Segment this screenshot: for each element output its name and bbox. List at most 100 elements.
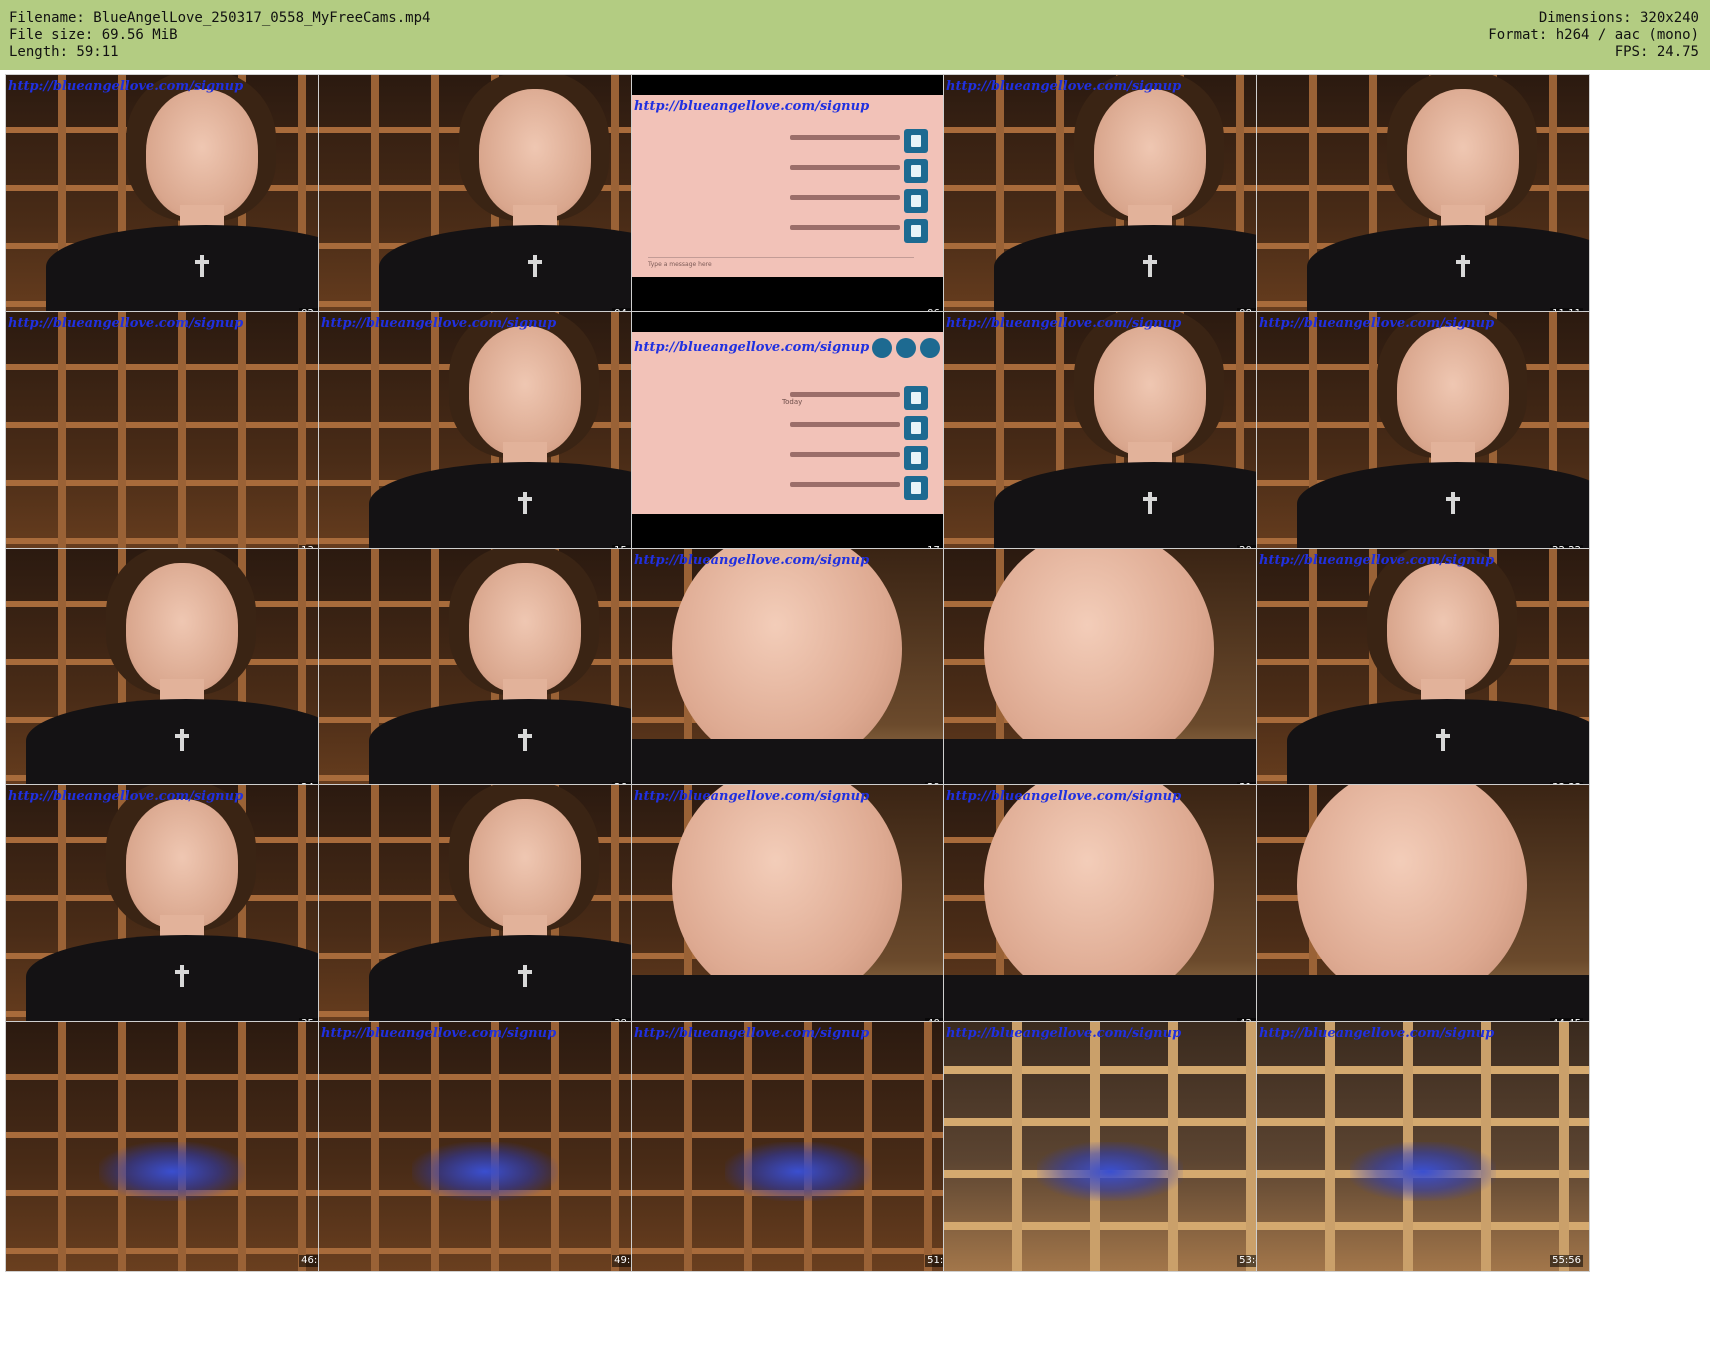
chat-pane: Type a message here [632,95,964,277]
video-thumbnail: http://blueangellove.com/signup 51:28 [631,1021,965,1272]
video-thumbnail: http://blueangellove.com/signup08:57 [943,74,1277,325]
thumbnail-frame [319,549,651,798]
file-icon [904,219,928,243]
blue-light-glow [1349,1141,1497,1202]
signup-watermark: http://blueangellove.com/signup [946,79,1182,94]
file-transfer-line [790,135,900,140]
thumbnail-frame [6,75,338,324]
video-thumbnail: 44:45 [1256,784,1590,1035]
thumbnail-timestamp: 55:56 [1550,1255,1583,1267]
video-thumbnail: http://blueangellove.com/signup40:16 [631,784,965,1035]
video-thumbnail: http://blueangellove.com/signup20:08 [943,311,1277,562]
call-button-icon [872,338,892,358]
call-button-icon [896,338,916,358]
video-thumbnail: http://blueangellove.com/signup35:48 [5,784,339,1035]
thumbnail-frame [6,785,338,1034]
file-transfer-line [790,225,900,230]
dimensions-label: Dimensions: 320x240 [1538,10,1699,26]
thumbnail-frame [944,785,1276,1034]
thumbnail-frame [1257,312,1589,561]
video-thumbnail: http://blueangellove.com/signup 53:42 [943,1021,1277,1272]
signup-watermark: http://blueangellove.com/signup [321,316,557,331]
fps-label: FPS: 24.75 [1614,44,1699,60]
video-thumbnail: 24:36 [5,548,339,799]
file-info-header: Filename: BlueAngelLove_250317_0558_MyFr… [0,0,1710,70]
thumbnail-frame [6,1022,338,1271]
video-thumbnail: http://blueangellove.com/signup42:30 [943,784,1277,1035]
closeup-figure [944,785,1276,1034]
person-figure [319,549,651,798]
video-thumbnail: http://blueangellove.com/signup 55:56 [1256,1021,1590,1272]
filesize-label: File size: 69.56 MiB [9,27,178,43]
thumbnail-frame [1257,785,1589,1034]
file-transfer-line [790,165,900,170]
thumbnail-frame [944,1022,1276,1271]
file-info-right: Dimensions: 320x240 Format: h264 / aac (… [1488,10,1699,61]
video-thumbnail: http://blueangellove.com/signup02:14 [5,74,339,325]
closeup-figure [944,549,1276,798]
thumbnail-frame [6,549,338,798]
file-icon [904,476,928,500]
file-icon [904,159,928,183]
filename-label: Filename: BlueAngelLove_250317_0558_MyFr… [9,10,431,26]
thumbnail-grid: http://blueangellove.com/signup02:1404:2… [0,70,1710,1370]
format-label: Format: h264 / aac (mono) [1488,27,1699,43]
thumbnail-frame [1257,549,1589,798]
video-thumbnail: http://blueangellove.com/signup13:25 [5,311,339,562]
wooden-shelves-background [6,312,338,561]
video-thumbnail: http://blueangellove.com/signup22:22 [1256,311,1590,562]
signup-watermark: http://blueangellove.com/signup [634,340,870,355]
thumbnail-frame [319,75,651,324]
person-figure [944,75,1276,324]
signup-watermark: http://blueangellove.com/signup [634,99,870,114]
signup-watermark: http://blueangellove.com/signup [321,1026,557,1041]
person-figure [1257,312,1589,561]
chat-pane: Today [632,332,964,514]
file-transfer-line [790,452,900,457]
thumbnail-frame [319,312,651,561]
thumbnail-frame [319,1022,651,1271]
blue-light-glow [411,1141,559,1202]
thumbnail-frame [1257,75,1589,324]
person-figure [6,549,338,798]
signup-watermark: http://blueangellove.com/signup [1259,553,1495,568]
signup-watermark: http://blueangellove.com/signup [634,553,870,568]
signup-watermark: http://blueangellove.com/signup [946,789,1182,804]
video-thumbnail: 31:19 [943,548,1277,799]
file-transfer-line [790,392,900,397]
signup-watermark: http://blueangellove.com/signup [946,316,1182,331]
person-figure [319,312,651,561]
signup-watermark: http://blueangellove.com/signup [8,789,244,804]
file-icon [904,189,928,213]
thumbnail-frame [944,312,1276,561]
signup-watermark: http://blueangellove.com/signup [634,1026,870,1041]
thumbnail-frame [632,785,964,1034]
thumbnail-frame [944,549,1276,798]
signup-watermark: http://blueangellove.com/signup [1259,1026,1495,1041]
closeup-figure [632,549,964,798]
video-thumbnail: 38:02 [318,784,652,1035]
video-thumbnail: http://blueangellove.com/signup29:05 [631,548,965,799]
today-label: Today [782,398,803,406]
thumbnail-frame [944,75,1276,324]
person-figure [6,75,338,324]
closeup-figure [1257,785,1589,1034]
signup-watermark: http://blueangellove.com/signup [8,79,244,94]
signup-watermark: http://blueangellove.com/signup [8,316,244,331]
person-figure [319,785,651,1034]
call-button-icon [920,338,940,358]
file-transfer-line [790,422,900,427]
person-figure [6,785,338,1034]
file-icon [904,386,928,410]
video-thumbnail: 04:28 [318,74,652,325]
person-figure [319,75,651,324]
blue-light-glow [98,1141,246,1202]
video-thumbnail: 11:11 [1256,74,1590,325]
video-thumbnail: http://blueangellove.com/signup33:33 [1256,548,1590,799]
thumbnail-frame [319,785,651,1034]
signup-watermark: http://blueangellove.com/signup [634,789,870,804]
thumbnail-frame [632,549,964,798]
file-info-left: Filename: BlueAngelLove_250317_0558_MyFr… [9,10,430,61]
file-icon [904,446,928,470]
signup-watermark: http://blueangellove.com/signup [1259,316,1495,331]
